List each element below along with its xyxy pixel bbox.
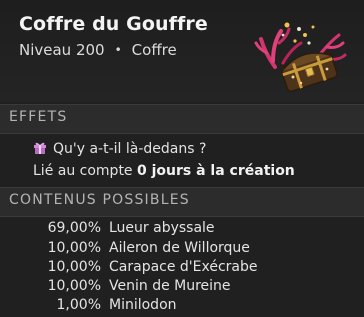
drop-name: Venin de Mureine xyxy=(109,278,231,294)
contents-header-label: CONTENUS POSSIBLES xyxy=(9,192,190,208)
drop-chance: 69,00% xyxy=(47,220,101,236)
contents-section-header: CONTENUS POSSIBLES xyxy=(0,187,364,217)
effects-section-header: EFFETS xyxy=(0,104,364,134)
subtitle-separator: • xyxy=(114,43,122,57)
item-type: Coffre xyxy=(131,41,177,59)
drop-chance: 10,00% xyxy=(47,259,101,275)
effects-header-label: EFFETS xyxy=(9,109,68,125)
drop-name: Aileron de Willorque xyxy=(109,240,250,256)
content-row: 69,00% Lueur abyssale xyxy=(0,220,364,239)
gift-icon xyxy=(34,142,46,154)
effect-bound: Lié au compte 0 jours à la création xyxy=(33,163,295,179)
content-row: 1,00% Minilodon xyxy=(0,297,364,316)
drop-name: Carapace d'Exécrabe xyxy=(109,259,258,275)
tooltip-header: Coffre du Gouffre Niveau 200 • Coffre xyxy=(0,0,364,102)
bound-value: 0 jours à la création xyxy=(137,163,295,179)
content-row: 10,00% Aileron de Willorque xyxy=(0,240,364,259)
drop-name: Minilodon xyxy=(109,297,177,313)
item-level: Niveau 200 xyxy=(19,41,105,59)
effect-question-text: Qu'y a-t-il là-dedans ? xyxy=(53,141,207,157)
drop-chance: 1,00% xyxy=(56,297,101,313)
drop-chance: 10,00% xyxy=(47,240,101,256)
content-row: 10,00% Carapace d'Exécrabe xyxy=(0,259,364,278)
drop-chance: 10,00% xyxy=(47,278,101,294)
item-title: Coffre du Gouffre xyxy=(19,13,208,35)
coral-chest-icon xyxy=(254,22,347,93)
bound-prefix: Lié au compte xyxy=(33,163,133,179)
drop-name: Lueur abyssale xyxy=(109,220,215,236)
item-subtitle: Niveau 200 • Coffre xyxy=(19,41,177,59)
item-tooltip: Coffre du Gouffre Niveau 200 • Coffre EF… xyxy=(0,0,364,317)
effect-question: Qu'y a-t-il là-dedans ? xyxy=(33,141,206,157)
content-row: 10,00% Venin de Mureine xyxy=(0,278,364,297)
